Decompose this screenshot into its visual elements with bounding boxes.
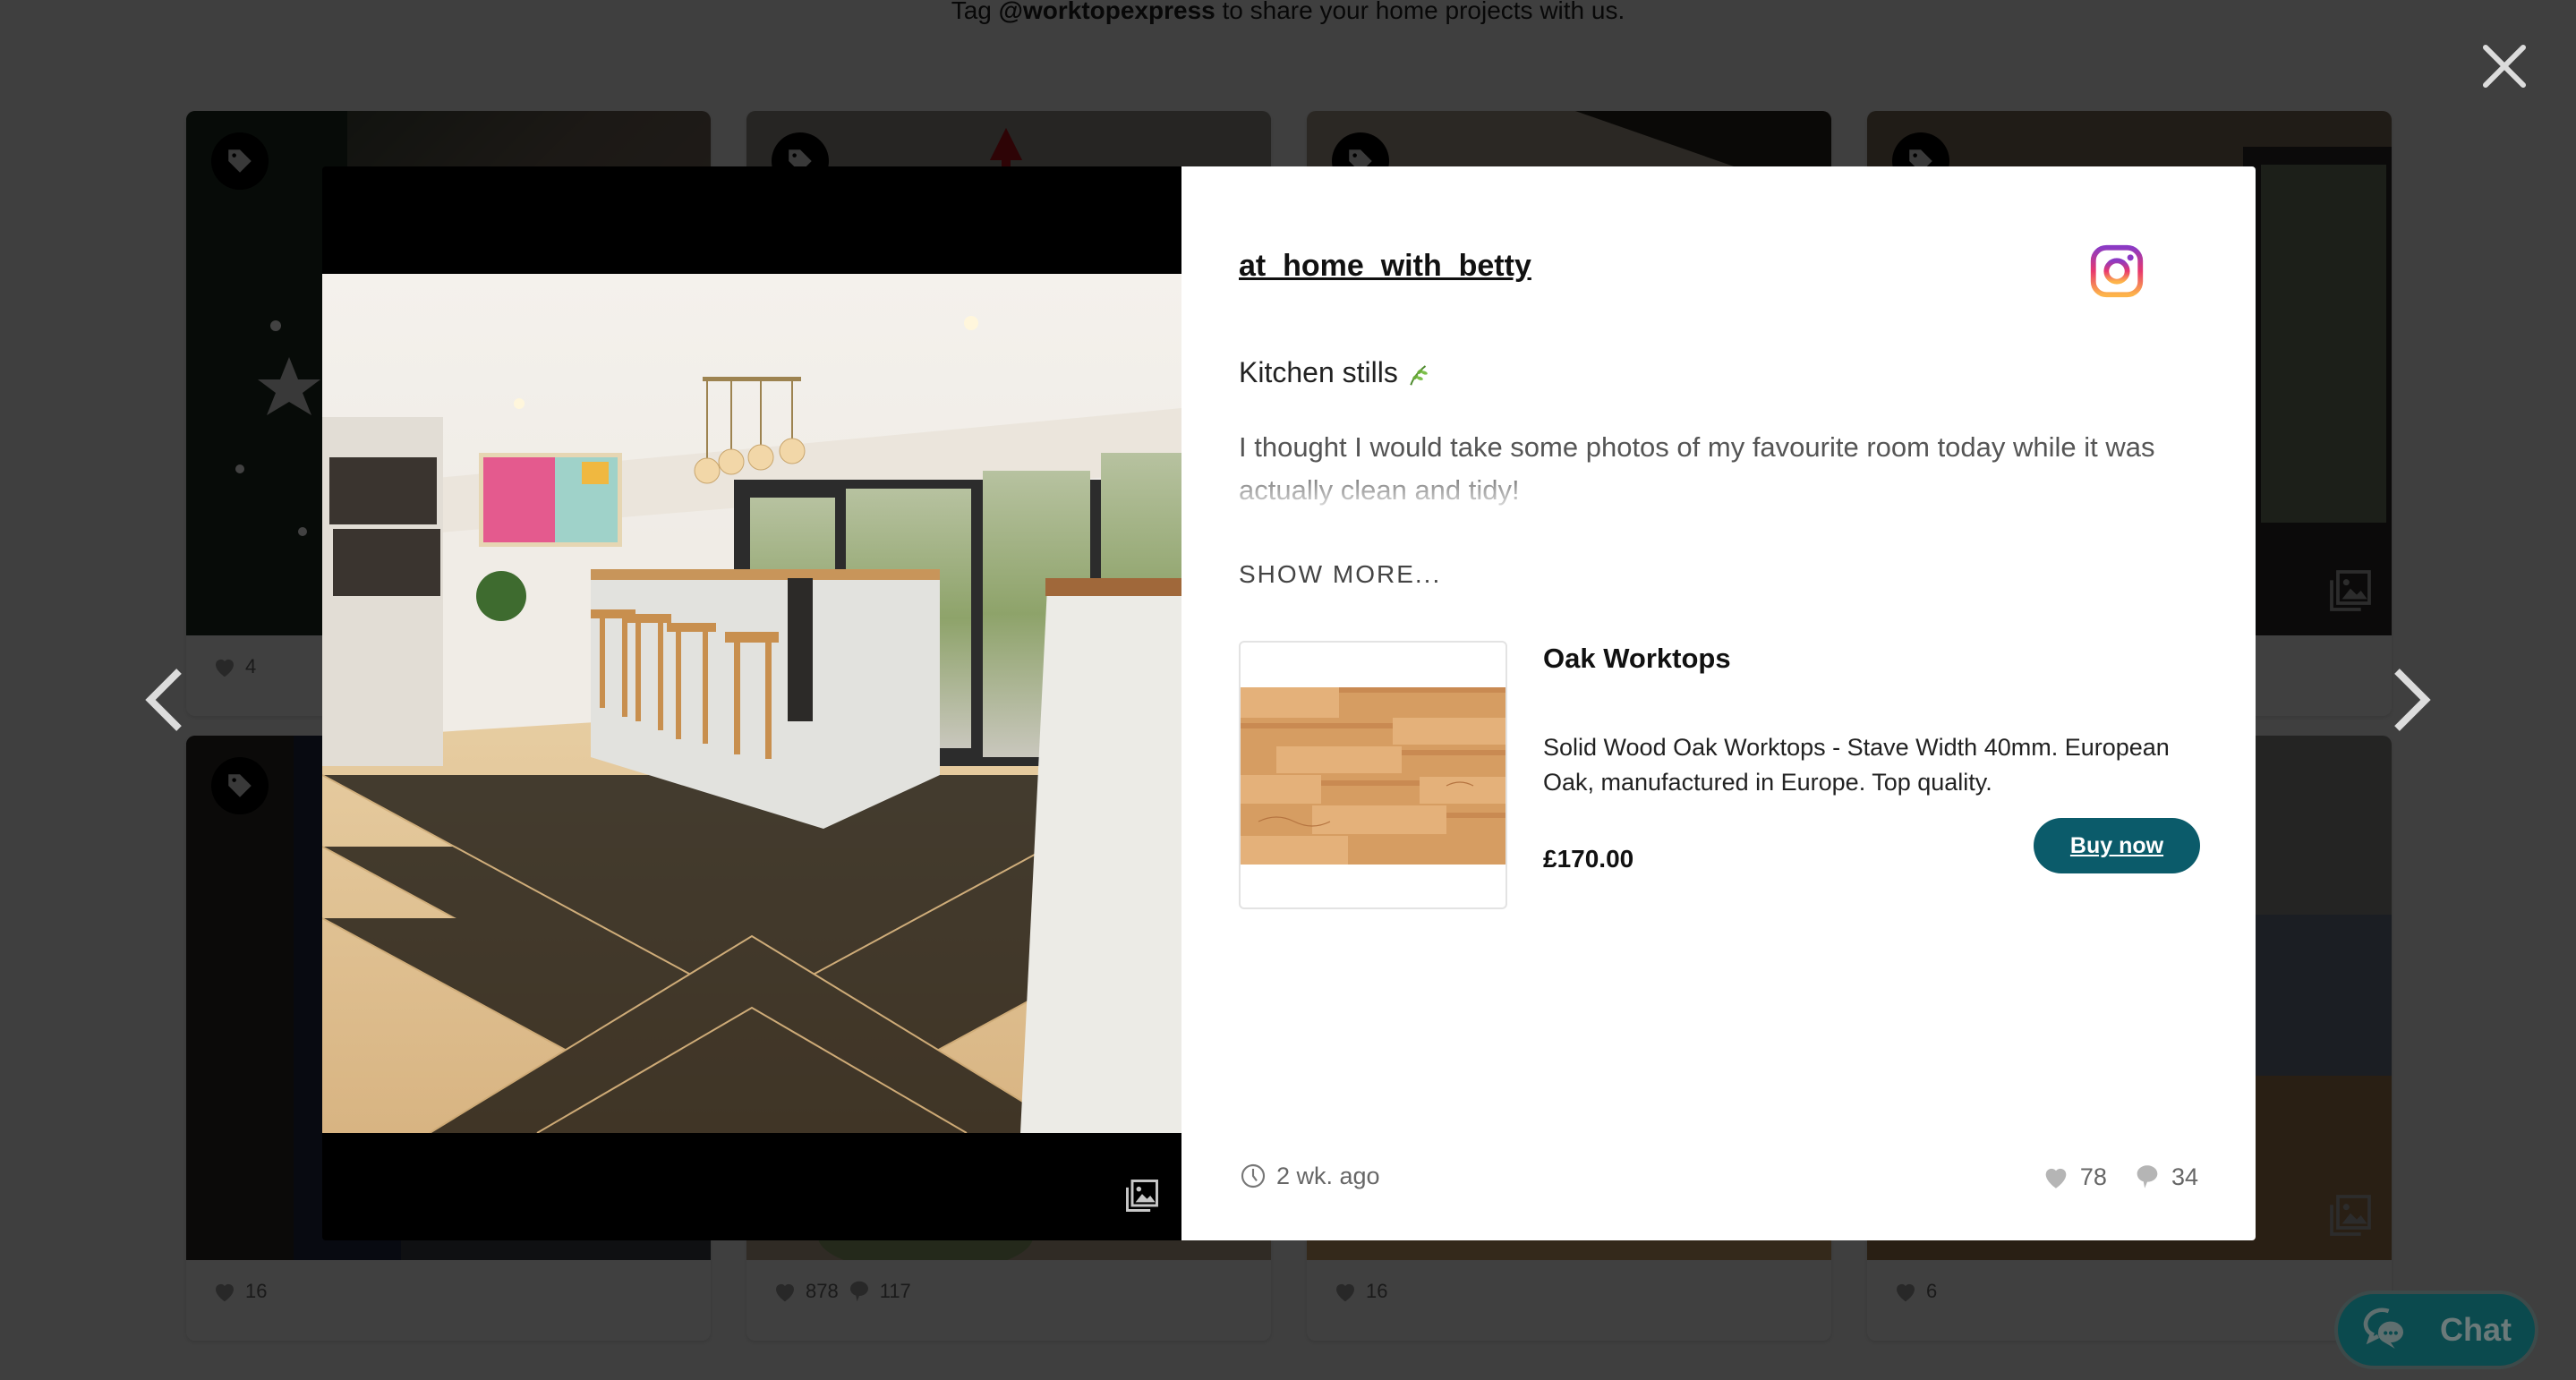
post-modal: at_home_with_betty Kitchen stills I thou… — [322, 166, 2256, 1240]
chevron-right-icon[interactable] — [2386, 664, 2440, 736]
product-price: £170.00 — [1543, 845, 1634, 873]
post-stats: 78 34 — [2041, 1162, 2198, 1192]
show-more-button[interactable]: SHOW MORE... — [1239, 560, 1441, 589]
chat-button[interactable]: Chat — [2334, 1291, 2538, 1369]
product-image[interactable] — [1239, 641, 1507, 909]
author-link[interactable]: at_home_with_betty — [1239, 249, 1531, 284]
tagged-product: Oak Worktops Solid Wood Oak Worktops - S… — [1239, 641, 2200, 909]
caption-body: I thought I would take some photos of my… — [1239, 431, 2155, 506]
comment-icon — [2137, 1165, 2158, 1188]
post-details: at_home_with_betty Kitchen stills I thou… — [1181, 166, 2256, 1240]
product-description: Solid Wood Oak Worktops - Stave Width 40… — [1543, 734, 2170, 796]
clock-icon — [1241, 1163, 1266, 1188]
post-likes: 78 — [2079, 1163, 2107, 1190]
caption-title: Kitchen stills — [1239, 356, 1434, 389]
post-media — [322, 166, 1181, 1240]
heart-icon — [2045, 1168, 2067, 1188]
multi-image-icon — [1126, 1180, 1158, 1212]
product-name[interactable]: Oak Worktops — [1543, 643, 1731, 675]
chat-bubbles-icon — [2363, 1308, 2403, 1349]
close-icon[interactable] — [2479, 41, 2529, 91]
post-comments: 34 — [2171, 1163, 2198, 1190]
buy-now-button[interactable]: Buy now — [2034, 818, 2200, 873]
oak-worktop-image — [1241, 687, 1506, 865]
post-timestamp: 2 wk. ago — [1239, 1162, 1380, 1190]
leaf-emoji-icon — [1410, 364, 1428, 386]
chevron-left-icon[interactable] — [136, 664, 190, 736]
chat-label: Chat — [2440, 1311, 2512, 1348]
post-photo — [322, 274, 1181, 1133]
instagram-icon[interactable] — [2086, 240, 2148, 302]
